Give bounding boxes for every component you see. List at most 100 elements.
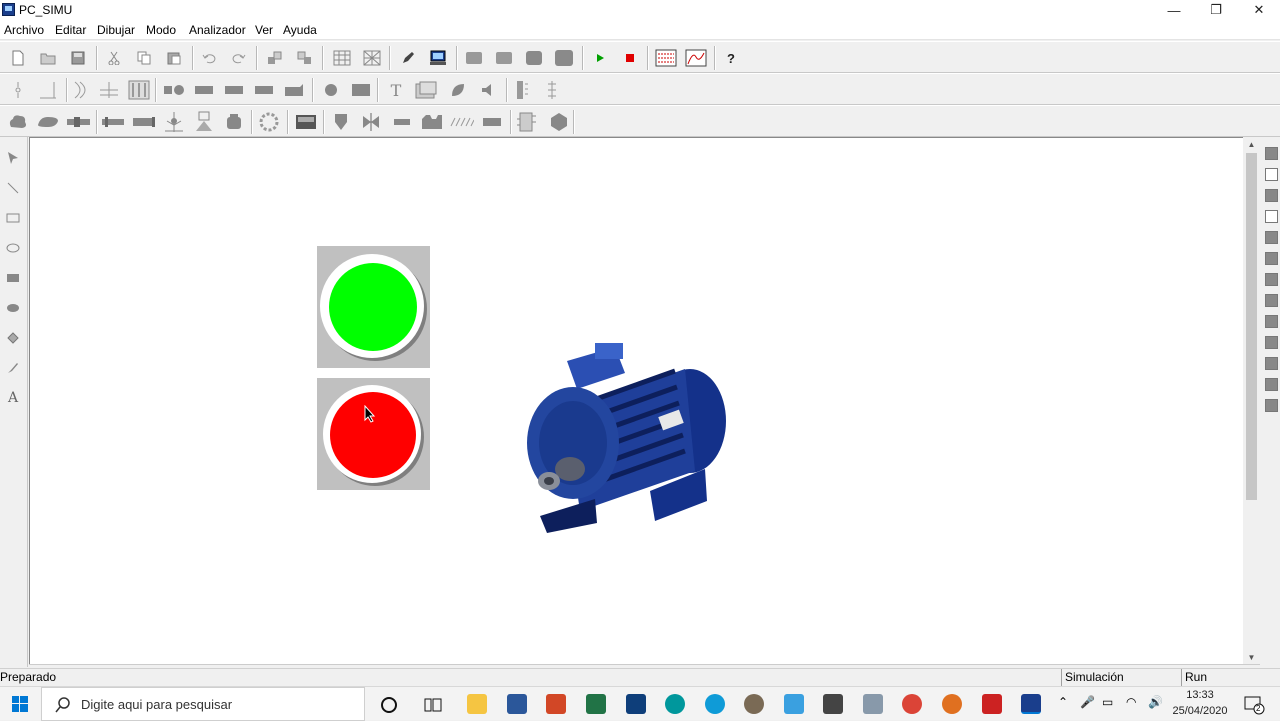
taskbar-search-box[interactable]: Digite aqui para pesquisar: [41, 687, 365, 721]
stop-pushbutton[interactable]: [317, 378, 430, 490]
microphone-icon[interactable]: 🎤: [1080, 695, 1095, 709]
battery-icon[interactable]: ▭: [1102, 695, 1113, 709]
panel-swatch[interactable]: [1265, 315, 1278, 328]
plc-module-icon[interactable]: [462, 47, 486, 69]
filled-ellipse-tool-icon[interactable]: [2, 297, 24, 319]
pump-icon[interactable]: [132, 111, 156, 133]
electric-motor[interactable]: [525, 341, 730, 536]
pipe-icon[interactable]: [66, 111, 90, 133]
block-5-icon[interactable]: [480, 111, 504, 133]
word-icon[interactable]: [507, 694, 527, 714]
circle-icon[interactable]: [319, 79, 343, 101]
block-4-icon[interactable]: [282, 79, 306, 101]
panel-swatch[interactable]: [1265, 189, 1278, 202]
relay-curve-icon[interactable]: [68, 79, 92, 101]
valve-icon[interactable]: [101, 111, 125, 133]
panel-swatch[interactable]: [1265, 273, 1278, 286]
spring-icon[interactable]: [6, 79, 30, 101]
save-icon[interactable]: [66, 47, 90, 69]
menu-ver[interactable]: Ver: [255, 23, 273, 37]
fan-icon[interactable]: [162, 111, 186, 133]
powerpoint-icon[interactable]: [546, 694, 566, 714]
task-view-icon[interactable]: [424, 696, 442, 714]
wifi-icon[interactable]: ◠: [1126, 695, 1136, 709]
plc-module-2-icon[interactable]: [492, 47, 516, 69]
tray-chevron-icon[interactable]: ⌃: [1058, 695, 1068, 709]
minimize-button[interactable]: —: [1152, 0, 1196, 20]
display-icon[interactable]: [294, 111, 318, 133]
gear-icon[interactable]: [257, 111, 281, 133]
level-icon[interactable]: [540, 79, 564, 101]
panel-swatch[interactable]: [1265, 294, 1278, 307]
filled-rectangle-tool-icon[interactable]: [2, 267, 24, 289]
excel-icon[interactable]: [586, 694, 606, 714]
file-explorer-icon[interactable]: [467, 694, 487, 714]
block-3-icon[interactable]: [252, 79, 276, 101]
panel-swatch[interactable]: [1265, 168, 1278, 181]
scroll-thumb[interactable]: [1246, 153, 1257, 500]
close-button[interactable]: ✕: [1237, 0, 1280, 20]
menu-archivo[interactable]: Archivo: [4, 23, 44, 37]
pc-simu-icon[interactable]: [1021, 694, 1041, 714]
panel-swatch[interactable]: [1265, 231, 1278, 244]
windows-start-icon[interactable]: [12, 696, 28, 712]
conveyor-icon[interactable]: [420, 111, 444, 133]
switch-icon[interactable]: [36, 79, 60, 101]
rectangle-fill-icon[interactable]: [349, 79, 373, 101]
bring-front-icon[interactable]: [263, 47, 287, 69]
chart-button[interactable]: [684, 47, 708, 69]
text-icon[interactable]: T: [384, 79, 408, 101]
cylinder-piston-icon[interactable]: [162, 79, 186, 101]
snap-grid-icon[interactable]: [360, 47, 384, 69]
volume-icon[interactable]: 🔊: [1148, 695, 1163, 709]
send-back-icon[interactable]: [293, 47, 317, 69]
leaf-icon[interactable]: [446, 79, 470, 101]
redo-icon[interactable]: [227, 47, 251, 69]
calculator-icon[interactable]: [823, 694, 843, 714]
panel-swatch[interactable]: [1265, 378, 1278, 391]
clock-date[interactable]: 25/04/2020: [1170, 705, 1230, 717]
drawing-canvas[interactable]: [29, 137, 1243, 664]
open-folder-icon[interactable]: [36, 47, 60, 69]
lines-icon[interactable]: [97, 79, 121, 101]
panel-swatch[interactable]: [1265, 252, 1278, 265]
heater-icon[interactable]: [222, 111, 246, 133]
bar-icon[interactable]: [390, 111, 414, 133]
app-icon[interactable]: [744, 694, 764, 714]
cut-icon[interactable]: [102, 47, 126, 69]
mixer-icon[interactable]: [192, 111, 216, 133]
notification-icon[interactable]: [1244, 695, 1266, 715]
line-tool-icon[interactable]: [2, 177, 24, 199]
edge-icon[interactable]: [705, 694, 725, 714]
hexagon-icon[interactable]: [547, 111, 571, 133]
printer-icon[interactable]: [426, 47, 450, 69]
block-icon[interactable]: [192, 79, 216, 101]
help-button[interactable]: ?: [719, 47, 743, 69]
image-icon[interactable]: [414, 79, 438, 101]
cortana-icon[interactable]: [380, 696, 398, 714]
rectangle-tool-icon[interactable]: [2, 207, 24, 229]
run-button[interactable]: [588, 47, 612, 69]
restore-button[interactable]: ❐: [1194, 0, 1238, 20]
brush-icon[interactable]: [2, 357, 24, 379]
arduino-icon[interactable]: [665, 694, 685, 714]
menu-dibujar[interactable]: Dibujar: [97, 23, 135, 37]
panel-swatch[interactable]: [1265, 357, 1278, 370]
menu-modo[interactable]: Modo: [146, 23, 176, 37]
analyzer-button[interactable]: [654, 47, 678, 69]
menu-editar[interactable]: Editar: [55, 23, 86, 37]
ellipse-tool-icon[interactable]: [2, 237, 24, 259]
app-4-icon[interactable]: [982, 694, 1002, 714]
tools-icon[interactable]: [863, 694, 883, 714]
scroll-down-icon[interactable]: ▼: [1243, 650, 1260, 664]
app-2-icon[interactable]: [784, 694, 804, 714]
sensor-icon[interactable]: [329, 111, 353, 133]
vertical-scrollbar[interactable]: ▲ ▼: [1243, 137, 1260, 664]
start-pushbutton[interactable]: [317, 246, 430, 368]
text-tool-icon[interactable]: A: [2, 387, 24, 409]
chrome-icon[interactable]: [902, 694, 922, 714]
gauge-icon[interactable]: [510, 79, 534, 101]
menu-analizador[interactable]: Analizador: [189, 23, 246, 37]
plc-module-3-icon[interactable]: [522, 47, 546, 69]
tank-icon[interactable]: [36, 111, 60, 133]
